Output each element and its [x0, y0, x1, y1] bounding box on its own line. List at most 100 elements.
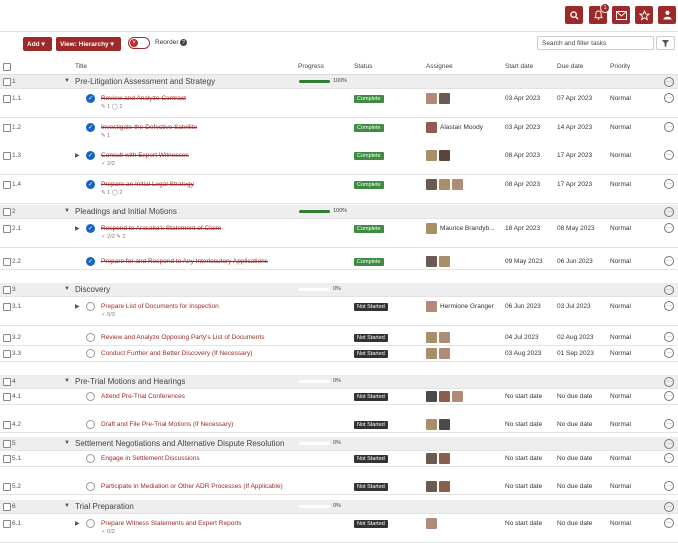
assignee-avatars[interactable]: [426, 348, 450, 359]
assignee-avatars[interactable]: [426, 332, 450, 343]
group-row[interactable]: 5 ▼ Settlement Negotiations and Alternativ…: [0, 437, 678, 451]
group-row[interactable]: 2 ▼ Pleadings and Initial Motions 100% ···: [0, 205, 678, 219]
due-date[interactable]: 17 Apr 2023: [557, 152, 592, 159]
status-badge[interactable]: Complete: [354, 95, 384, 103]
row-checkbox[interactable]: [3, 455, 11, 463]
start-date[interactable]: No start date: [505, 483, 542, 490]
task-title[interactable]: Prepare List of Documents for Inspection: [101, 303, 219, 310]
status-badge[interactable]: Not Started: [354, 455, 388, 463]
task-row[interactable]: 2.1 ▶ ✓ Respond to Arasaka's Statement of C…: [0, 219, 678, 248]
due-date[interactable]: No due date: [557, 455, 592, 462]
status-badge[interactable]: Complete: [354, 124, 384, 132]
more-options-icon[interactable]: ···: [664, 391, 674, 401]
start-date[interactable]: 08 Apr 2023: [505, 181, 540, 188]
assignee-avatars[interactable]: [426, 453, 450, 464]
more-options-icon[interactable]: ···: [664, 77, 674, 87]
select-all-checkbox[interactable]: [3, 63, 11, 71]
priority[interactable]: Normal: [610, 258, 631, 265]
task-title[interactable]: Respond to Arasaka's Statement of Claim: [101, 225, 221, 232]
more-options-icon[interactable]: ···: [664, 150, 674, 160]
row-checkbox[interactable]: [3, 286, 11, 294]
start-date[interactable]: 03 Apr 2023: [505, 95, 540, 102]
row-checkbox[interactable]: [3, 503, 11, 511]
start-date[interactable]: No start date: [505, 455, 542, 462]
more-options-icon[interactable]: ···: [664, 332, 674, 342]
empty-circle-icon[interactable]: [86, 333, 95, 342]
assignee-avatars[interactable]: [426, 481, 450, 492]
chevron-right-icon[interactable]: ▶: [75, 225, 80, 232]
assignee-avatars[interactable]: [426, 518, 437, 529]
due-date[interactable]: 07 Apr 2023: [557, 95, 592, 102]
group-title[interactable]: Pleadings and Initial Motions: [75, 207, 177, 216]
status-badge[interactable]: Not Started: [354, 334, 388, 342]
due-date[interactable]: No due date: [557, 421, 592, 428]
check-circle-icon[interactable]: ✓: [86, 151, 95, 160]
assignee-avatars[interactable]: [426, 179, 463, 190]
empty-circle-icon[interactable]: [86, 302, 95, 311]
start-date[interactable]: 04 Jul 2023: [505, 334, 539, 341]
due-date[interactable]: 03 Jul 2023: [557, 303, 591, 310]
start-date[interactable]: No start date: [505, 393, 542, 400]
task-row[interactable]: 1.2 ✓ Investigate the Defective Satellite ✎…: [0, 118, 678, 147]
more-options-icon[interactable]: ···: [664, 419, 674, 429]
chevron-down-icon[interactable]: ▼: [64, 378, 70, 384]
task-row[interactable]: 4.1 Attend Pre-Trial Conferences Not Start…: [0, 389, 678, 405]
group-title[interactable]: Settlement Negotiations and Alternative …: [75, 439, 284, 448]
row-checkbox[interactable]: [3, 520, 11, 528]
task-row[interactable]: 3.1 ▶ Prepare List of Documents for Inspec…: [0, 297, 678, 326]
chevron-down-icon[interactable]: ▼: [64, 503, 70, 509]
empty-circle-icon[interactable]: [86, 420, 95, 429]
more-options-icon[interactable]: ···: [664, 285, 674, 295]
status-badge[interactable]: Complete: [354, 181, 384, 189]
due-date[interactable]: 02 Aug 2023: [557, 334, 594, 341]
group-title[interactable]: Pre-Trial Motions and Hearings: [75, 377, 185, 386]
status-badge[interactable]: Not Started: [354, 350, 388, 358]
row-checkbox[interactable]: [3, 78, 11, 86]
task-title[interactable]: Conduct Further and Better Discovery (If…: [101, 350, 252, 357]
row-checkbox[interactable]: [3, 421, 11, 429]
due-date[interactable]: 08 May 2023: [557, 225, 595, 232]
row-checkbox[interactable]: [3, 225, 11, 233]
start-date[interactable]: 08 Apr 2023: [505, 152, 540, 159]
status-badge[interactable]: Not Started: [354, 421, 388, 429]
task-title[interactable]: Review and Analyze Contract: [101, 95, 186, 102]
task-row[interactable]: 2.2 ✓ Prepare for and Respond to Any Inter…: [0, 254, 678, 270]
group-title[interactable]: Discovery: [75, 285, 110, 294]
task-title[interactable]: Participate in Mediation or Other ADR Pr…: [101, 483, 283, 490]
col-start-date[interactable]: Start date: [505, 63, 533, 70]
start-date[interactable]: 06 Jun 2023: [505, 303, 541, 310]
more-options-icon[interactable]: ···: [664, 481, 674, 491]
more-options-icon[interactable]: ···: [664, 518, 674, 528]
row-checkbox[interactable]: [3, 303, 11, 311]
more-options-icon[interactable]: ···: [664, 348, 674, 358]
row-checkbox[interactable]: [3, 378, 11, 386]
priority[interactable]: Normal: [610, 334, 631, 341]
task-row[interactable]: 3.2 Review and Analyze Opposing Party's L…: [0, 330, 678, 346]
chevron-right-icon[interactable]: ▶: [75, 520, 80, 527]
status-badge[interactable]: Complete: [354, 152, 384, 160]
col-assignee[interactable]: Assignee: [426, 63, 453, 70]
row-checkbox[interactable]: [3, 152, 11, 160]
task-title[interactable]: Prepare for and Respond to Any Interlocu…: [101, 258, 268, 265]
status-badge[interactable]: Not Started: [354, 483, 388, 491]
more-options-icon[interactable]: ···: [664, 122, 674, 132]
check-circle-icon[interactable]: ✓: [86, 257, 95, 266]
status-badge[interactable]: Not Started: [354, 393, 388, 401]
assignee-avatars[interactable]: [426, 256, 450, 267]
more-options-icon[interactable]: ···: [664, 301, 674, 311]
more-options-icon[interactable]: ···: [664, 502, 674, 512]
task-row[interactable]: 5.1 Engage in Settlement Discussions Not S…: [0, 451, 678, 467]
task-title[interactable]: Engage in Settlement Discussions: [101, 455, 200, 462]
more-options-icon[interactable]: ···: [664, 256, 674, 266]
more-options-icon[interactable]: ···: [664, 453, 674, 463]
group-row[interactable]: 1 ▼ Pre-Litigation Assessment and Strategy…: [0, 75, 678, 89]
assignee-avatars[interactable]: [426, 122, 437, 133]
filter-button[interactable]: [656, 36, 675, 50]
row-checkbox[interactable]: [3, 208, 11, 216]
task-title[interactable]: Review and Analyze Opposing Party's List…: [101, 334, 264, 341]
priority[interactable]: Normal: [610, 152, 631, 159]
empty-circle-icon[interactable]: [86, 392, 95, 401]
priority[interactable]: Normal: [610, 520, 631, 527]
row-checkbox[interactable]: [3, 95, 11, 103]
due-date[interactable]: No due date: [557, 393, 592, 400]
